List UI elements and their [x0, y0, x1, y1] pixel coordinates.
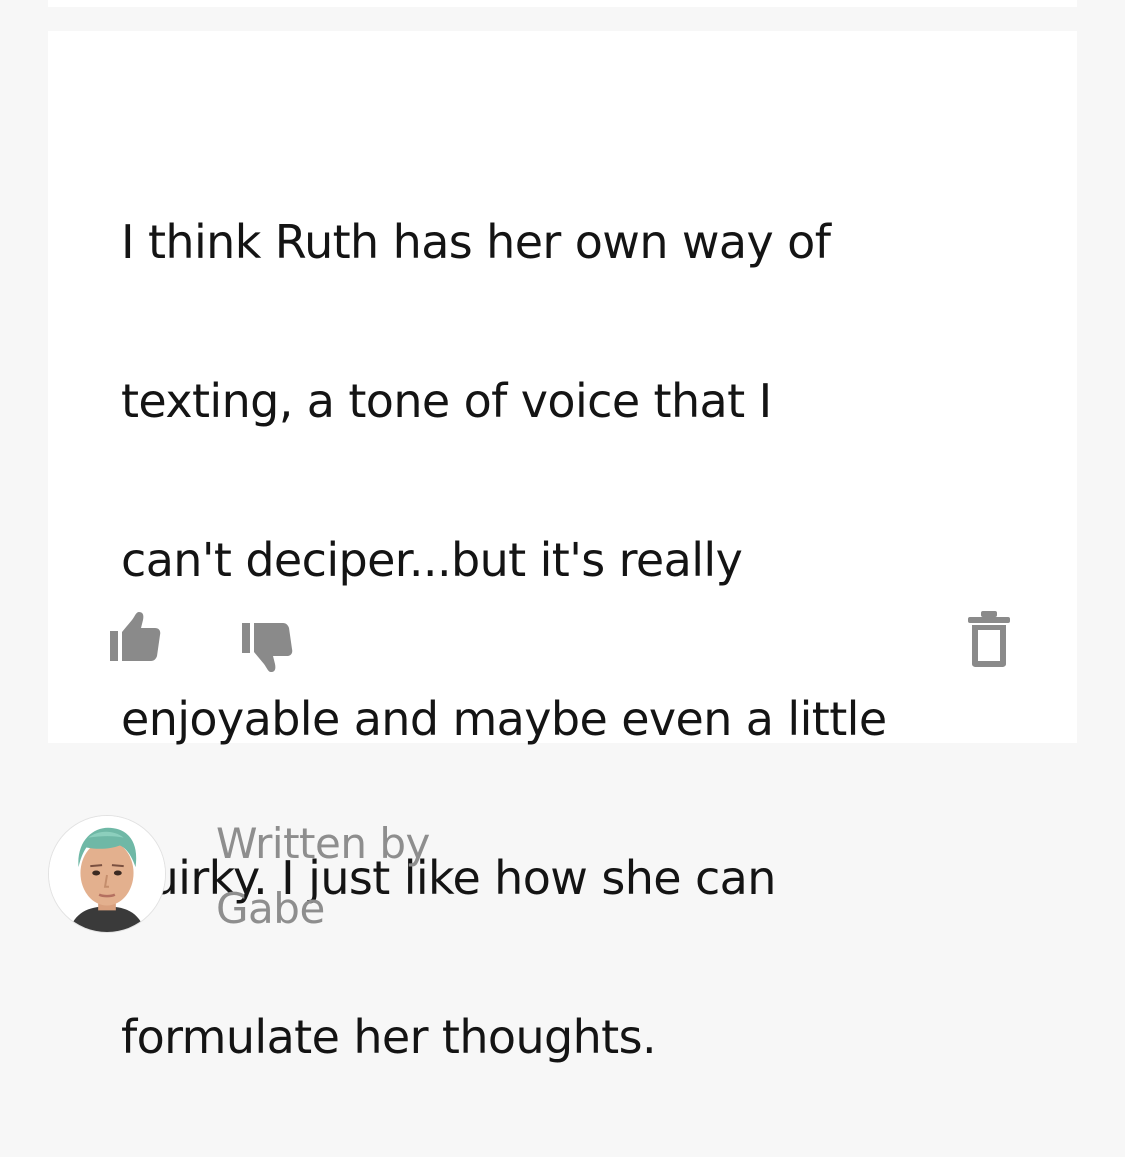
like-button[interactable]	[108, 611, 162, 663]
delete-button[interactable]	[966, 609, 1012, 669]
thumbs-up-icon	[110, 612, 161, 661]
author-avatar[interactable]	[48, 815, 166, 933]
review-text-line: can't deciper...but it's really	[121, 532, 743, 587]
review-text-line: I think Ruth has her own way of	[121, 214, 831, 269]
thumbs-down-icon	[242, 623, 293, 672]
review-text-line: texting, a tone of voice that I	[121, 373, 772, 428]
author-name[interactable]: Gabe	[216, 878, 325, 940]
review-card: I think Ruth has her own way of texting,…	[48, 31, 1077, 1064]
review-text-line: formulate her thoughts.	[121, 1009, 657, 1064]
previous-card-edge	[48, 0, 1077, 7]
trash-icon	[968, 611, 1010, 667]
dislike-button[interactable]	[240, 621, 294, 673]
written-by-label: Written by	[216, 819, 430, 868]
avatar-image	[49, 816, 165, 932]
review-text-line: enjoyable and maybe even a little	[121, 691, 887, 746]
